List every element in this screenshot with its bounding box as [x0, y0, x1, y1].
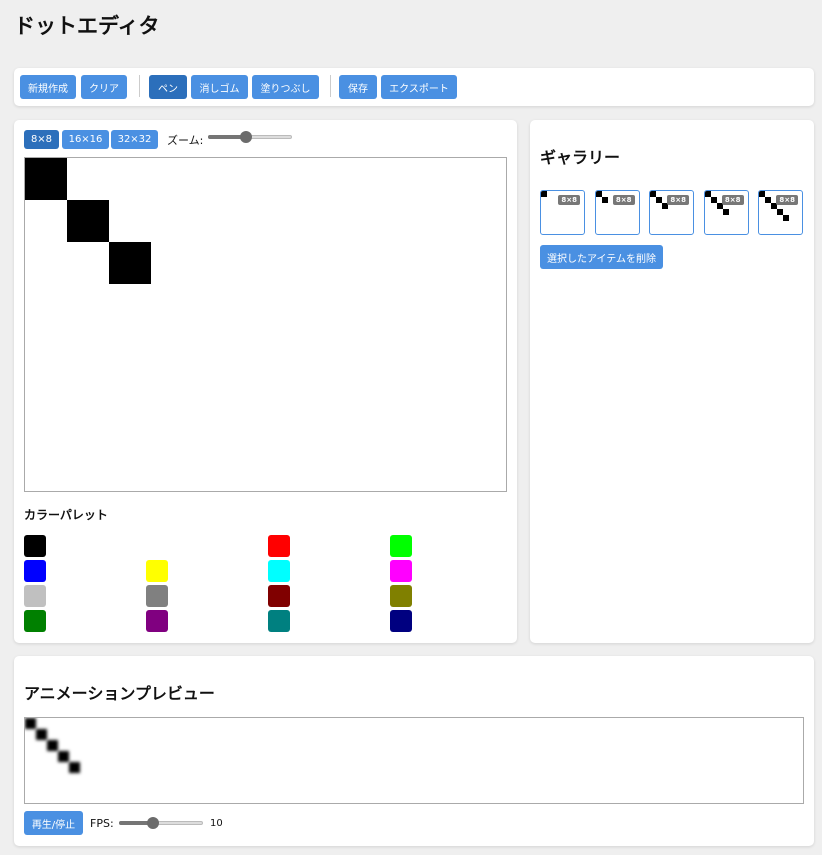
toolbar-divider [139, 75, 140, 97]
palette-swatch[interactable] [24, 560, 46, 582]
gallery-title: ギャラリー [540, 148, 621, 167]
preview-pixel [47, 740, 58, 751]
palette-swatch[interactable] [268, 535, 290, 557]
fps-slider[interactable] [119, 817, 203, 829]
thumbnail-pixel [783, 215, 789, 221]
fps-label: FPS: [90, 817, 114, 830]
eraser-tool-button[interactable]: 消しゴム [191, 75, 248, 99]
size-16-button[interactable]: 16×16 [62, 130, 109, 149]
gallery-item-size-badge: 8×8 [776, 195, 798, 205]
animation-panel: アニメーションプレビュー 再生/停止 FPS: 10 [14, 656, 814, 846]
canvas-pixel[interactable] [67, 200, 109, 242]
gallery-item-size-badge: 8×8 [667, 195, 689, 205]
gallery-item-size-badge: 8×8 [721, 195, 744, 205]
palette-swatch[interactable] [146, 585, 168, 607]
gallery-list: 8×8 8×8 8×8 8×8 8×8 [540, 190, 810, 236]
palette-swatch[interactable] [24, 585, 46, 607]
animation-preview [24, 717, 804, 804]
clear-button[interactable]: クリア [81, 75, 127, 99]
thumbnail-pixel [601, 197, 608, 203]
thumbnail-pixel [541, 191, 547, 197]
play-pause-button[interactable]: 再生/停止 [24, 811, 83, 835]
gallery-item-size-badge: 8×8 [558, 195, 580, 205]
animation-title: アニメーションプレビュー [24, 684, 215, 703]
palette-swatch[interactable] [268, 560, 290, 582]
preview-pixel [36, 729, 47, 740]
fps-slider-thumb[interactable] [146, 817, 159, 829]
preview-pixel [58, 751, 69, 762]
zoom-slider-thumb[interactable] [239, 131, 252, 143]
palette-swatch[interactable] [24, 535, 46, 557]
gallery-item[interactable]: 8×8 [540, 190, 585, 235]
preview-pixel [25, 718, 36, 729]
palette-swatch[interactable] [390, 610, 412, 632]
palette-swatch[interactable] [268, 610, 290, 632]
save-button[interactable]: 保存 [339, 75, 377, 99]
export-button[interactable]: エクスポート [381, 75, 457, 99]
palette-swatch[interactable] [390, 560, 412, 582]
size-8-button[interactable]: 8×8 [24, 130, 59, 149]
gallery-item[interactable]: 8×8 [758, 190, 803, 235]
pen-tool-button[interactable]: ペン [149, 75, 187, 99]
palette-title: カラーパレット [24, 508, 108, 522]
palette-swatch[interactable] [146, 535, 168, 557]
canvas-pixel[interactable] [109, 242, 151, 284]
thumbnail-pixel [722, 209, 729, 215]
gallery-panel: ギャラリー 8×8 8×8 8×8 8×8 8×8 選択したアイテムを削除 [530, 120, 814, 643]
zoom-label: ズーム: [167, 134, 204, 147]
color-palette [24, 535, 504, 635]
gallery-item[interactable]: 8×8 [594, 190, 640, 235]
gallery-item[interactable]: 8×8 [649, 190, 694, 235]
palette-swatch[interactable] [390, 585, 412, 607]
drawing-canvas[interactable] [24, 157, 507, 492]
size-32-button[interactable]: 32×32 [111, 130, 158, 149]
toolbar-divider [330, 75, 331, 97]
gallery-item-size-badge: 8×8 [612, 195, 635, 205]
fill-tool-button[interactable]: 塗りつぶし [252, 75, 319, 99]
new-button[interactable]: 新規作成 [20, 75, 76, 99]
canvas-pixel[interactable] [25, 158, 67, 200]
palette-swatch[interactable] [268, 585, 290, 607]
palette-swatch[interactable] [390, 535, 412, 557]
palette-swatch[interactable] [24, 610, 46, 632]
palette-swatch[interactable] [146, 610, 168, 632]
palette-swatch[interactable] [146, 560, 168, 582]
zoom-slider[interactable] [208, 131, 292, 143]
page-title: ドットエディタ [14, 14, 160, 38]
editor-panel: 8×8 16×16 32×32 ズーム: カラーパレット [14, 120, 517, 643]
preview-pixel [69, 762, 80, 773]
toolbar: 新規作成 クリア ペン 消しゴム 塗りつぶし 保存 エクスポート [14, 68, 814, 106]
fps-value: 10 [210, 818, 223, 829]
delete-selected-button[interactable]: 選択したアイテムを削除 [540, 245, 663, 269]
gallery-item[interactable]: 8×8 [703, 190, 749, 235]
